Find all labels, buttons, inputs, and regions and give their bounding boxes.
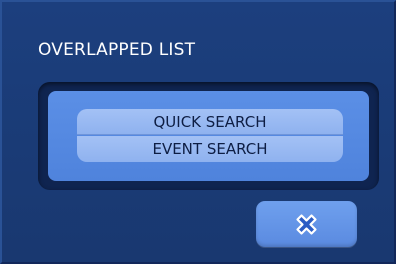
list-item-event-search[interactable]: EVENT SEARCH <box>77 136 343 162</box>
list-panel: QUICK SEARCH EVENT SEARCH <box>48 91 369 181</box>
list-well: QUICK SEARCH EVENT SEARCH <box>38 82 379 190</box>
overlapped-list-dialog: OVERLAPPED LIST QUICK SEARCH EVENT SEARC… <box>0 0 396 264</box>
close-icon <box>296 214 317 235</box>
list-item-quick-search[interactable]: QUICK SEARCH <box>77 109 343 135</box>
dialog-title: OVERLAPPED LIST <box>38 40 196 60</box>
close-button[interactable] <box>256 201 357 247</box>
